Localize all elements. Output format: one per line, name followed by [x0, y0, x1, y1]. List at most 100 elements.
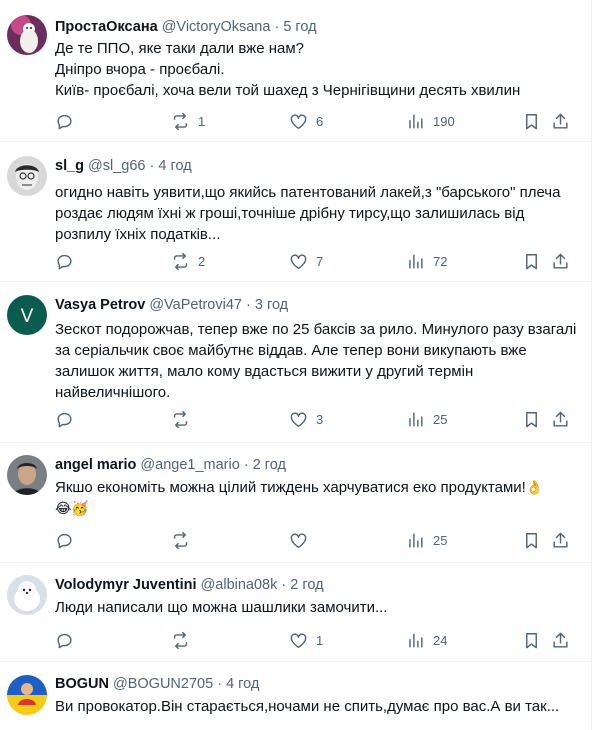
- action-bar: 2 7 72: [55, 252, 581, 272]
- action-bar: 3 25: [55, 410, 581, 430]
- author-handle[interactable]: @BOGUN2705: [113, 676, 213, 692]
- author-name[interactable]: Vasya Petrov: [55, 297, 145, 313]
- author-name[interactable]: Volodymyr Juventini: [55, 577, 197, 593]
- avatar-5[interactable]: [7, 575, 47, 615]
- avatar-image: [7, 675, 47, 715]
- repost-button[interactable]: [171, 531, 198, 550]
- like-icon: [290, 114, 307, 129]
- repost-button[interactable]: 1: [171, 112, 205, 131]
- post-text: Зескот подорожчав, тепер вже по 25 баксі…: [55, 321, 577, 401]
- post-4[interactable]: angel mario @ange1_mario · 2 год Якшо ек…: [0, 443, 591, 563]
- views-icon: [409, 633, 423, 648]
- post-3[interactable]: V Vasya Petrov @VaPetrovi47 · 3 год Зеск…: [0, 282, 591, 443]
- views-icon: [409, 412, 423, 427]
- repost-icon: [173, 631, 188, 650]
- author-name[interactable]: BOGUN: [55, 676, 109, 692]
- views-button[interactable]: 25: [406, 531, 447, 550]
- avatar-image: [7, 156, 47, 196]
- like-button[interactable]: 6: [289, 112, 323, 131]
- author-name[interactable]: angel mario: [55, 457, 136, 473]
- bookmark-button[interactable]: [522, 410, 541, 429]
- reply-button[interactable]: [55, 410, 82, 429]
- timestamp[interactable]: 4 год: [226, 676, 259, 692]
- like-icon: [290, 254, 307, 269]
- avatar-6[interactable]: [7, 675, 47, 715]
- views-button[interactable]: 72: [406, 252, 447, 271]
- post-6[interactable]: BOGUN @BOGUN2705 · 4 год Ви провокатор.В…: [0, 662, 591, 730]
- avatar-3[interactable]: V: [7, 295, 47, 335]
- views-button[interactable]: 25: [406, 410, 447, 429]
- bookmark-icon: [526, 114, 537, 130]
- views-icon: [409, 533, 423, 548]
- timestamp[interactable]: 5 год: [283, 19, 316, 35]
- timestamp[interactable]: 2 год: [253, 457, 286, 473]
- like-button[interactable]: [289, 531, 316, 550]
- reply-button[interactable]: [55, 112, 82, 131]
- share-button[interactable]: [551, 112, 570, 131]
- post-header: angel mario @ange1_mario · 2 год: [55, 455, 577, 475]
- bookmark-icon: [526, 412, 537, 428]
- post-5[interactable]: Volodymyr Juventini @albina08k · 2 год Л…: [0, 563, 591, 662]
- views-count: 24: [433, 633, 448, 648]
- timestamp[interactable]: 4 год: [158, 158, 191, 174]
- like-button[interactable]: 3: [289, 410, 323, 429]
- share-button[interactable]: [551, 631, 570, 650]
- reply-button[interactable]: [55, 252, 82, 271]
- like-button[interactable]: 1: [289, 631, 323, 650]
- post-text-body: Якшо економіть можна цілий тиждень харчу…: [55, 479, 526, 496]
- avatar-4[interactable]: [7, 455, 47, 495]
- bookmark-button[interactable]: [522, 631, 541, 650]
- author-handle[interactable]: @albina08k: [201, 577, 278, 593]
- post-text: Де те ППО, яке таки дали вже нам? Дніпро…: [55, 40, 521, 99]
- separator: ·: [246, 297, 251, 313]
- action-bar: 1 6 190: [55, 112, 581, 132]
- repost-button[interactable]: [171, 410, 198, 429]
- repost-icon: [173, 410, 188, 429]
- post-text: Ви провокатор.Він старається,ночами не с…: [55, 698, 560, 715]
- action-bar: 1 24: [55, 631, 581, 651]
- avatar-1[interactable]: [7, 15, 47, 55]
- views-button[interactable]: 190: [406, 112, 455, 131]
- like-icon: [290, 412, 307, 427]
- reply-button[interactable]: [55, 631, 82, 650]
- reply-button[interactable]: [55, 531, 82, 550]
- bookmark-button[interactable]: [522, 112, 541, 131]
- author-name[interactable]: sl_g: [55, 158, 84, 174]
- share-icon: [553, 113, 568, 129]
- reply-icon: [57, 254, 72, 270]
- share-button[interactable]: [551, 531, 570, 550]
- repost-button[interactable]: [171, 631, 198, 650]
- author-handle[interactable]: @sl_g66: [88, 158, 145, 174]
- separator: ·: [274, 19, 280, 35]
- avatar-letter: V: [21, 306, 34, 327]
- share-button[interactable]: [551, 410, 570, 429]
- share-icon: [553, 411, 568, 427]
- author-name[interactable]: ПростаОксана: [55, 19, 158, 35]
- views-icon: [409, 114, 423, 129]
- repost-icon: [173, 252, 188, 271]
- post-1[interactable]: ПростаОксана @VictoryOksana · 5 год Де т…: [0, 0, 591, 142]
- timestamp[interactable]: 2 год: [290, 577, 323, 593]
- author-handle[interactable]: @VictoryOksana: [162, 19, 271, 35]
- post-header: sl_g @sl_g66 · 4 год: [55, 156, 577, 176]
- repost-icon: [173, 112, 188, 131]
- post-2[interactable]: sl_g @sl_g66 · 4 год огидно навіть уявит…: [0, 142, 591, 282]
- share-button[interactable]: [551, 252, 570, 271]
- repost-count: 2: [198, 254, 206, 269]
- author-handle[interactable]: @ange1_mario: [140, 457, 239, 473]
- views-button[interactable]: 24: [406, 631, 447, 650]
- repost-button[interactable]: 2: [171, 252, 205, 271]
- reply-feed: ПростаОксана @VictoryOksana · 5 год Де т…: [0, 0, 592, 730]
- reply-icon: [57, 533, 72, 549]
- author-handle[interactable]: @VaPetrovi47: [149, 297, 242, 313]
- bookmark-button[interactable]: [522, 531, 541, 550]
- views-count: 72: [433, 254, 448, 269]
- bookmark-button[interactable]: [522, 252, 541, 271]
- action-bar: 25: [55, 531, 581, 551]
- bookmark-icon: [526, 633, 537, 649]
- timestamp[interactable]: 3 год: [255, 297, 288, 313]
- like-count: 7: [316, 254, 324, 269]
- bookmark-icon: [526, 254, 537, 270]
- like-button[interactable]: 7: [289, 252, 323, 271]
- avatar-2[interactable]: [7, 156, 47, 196]
